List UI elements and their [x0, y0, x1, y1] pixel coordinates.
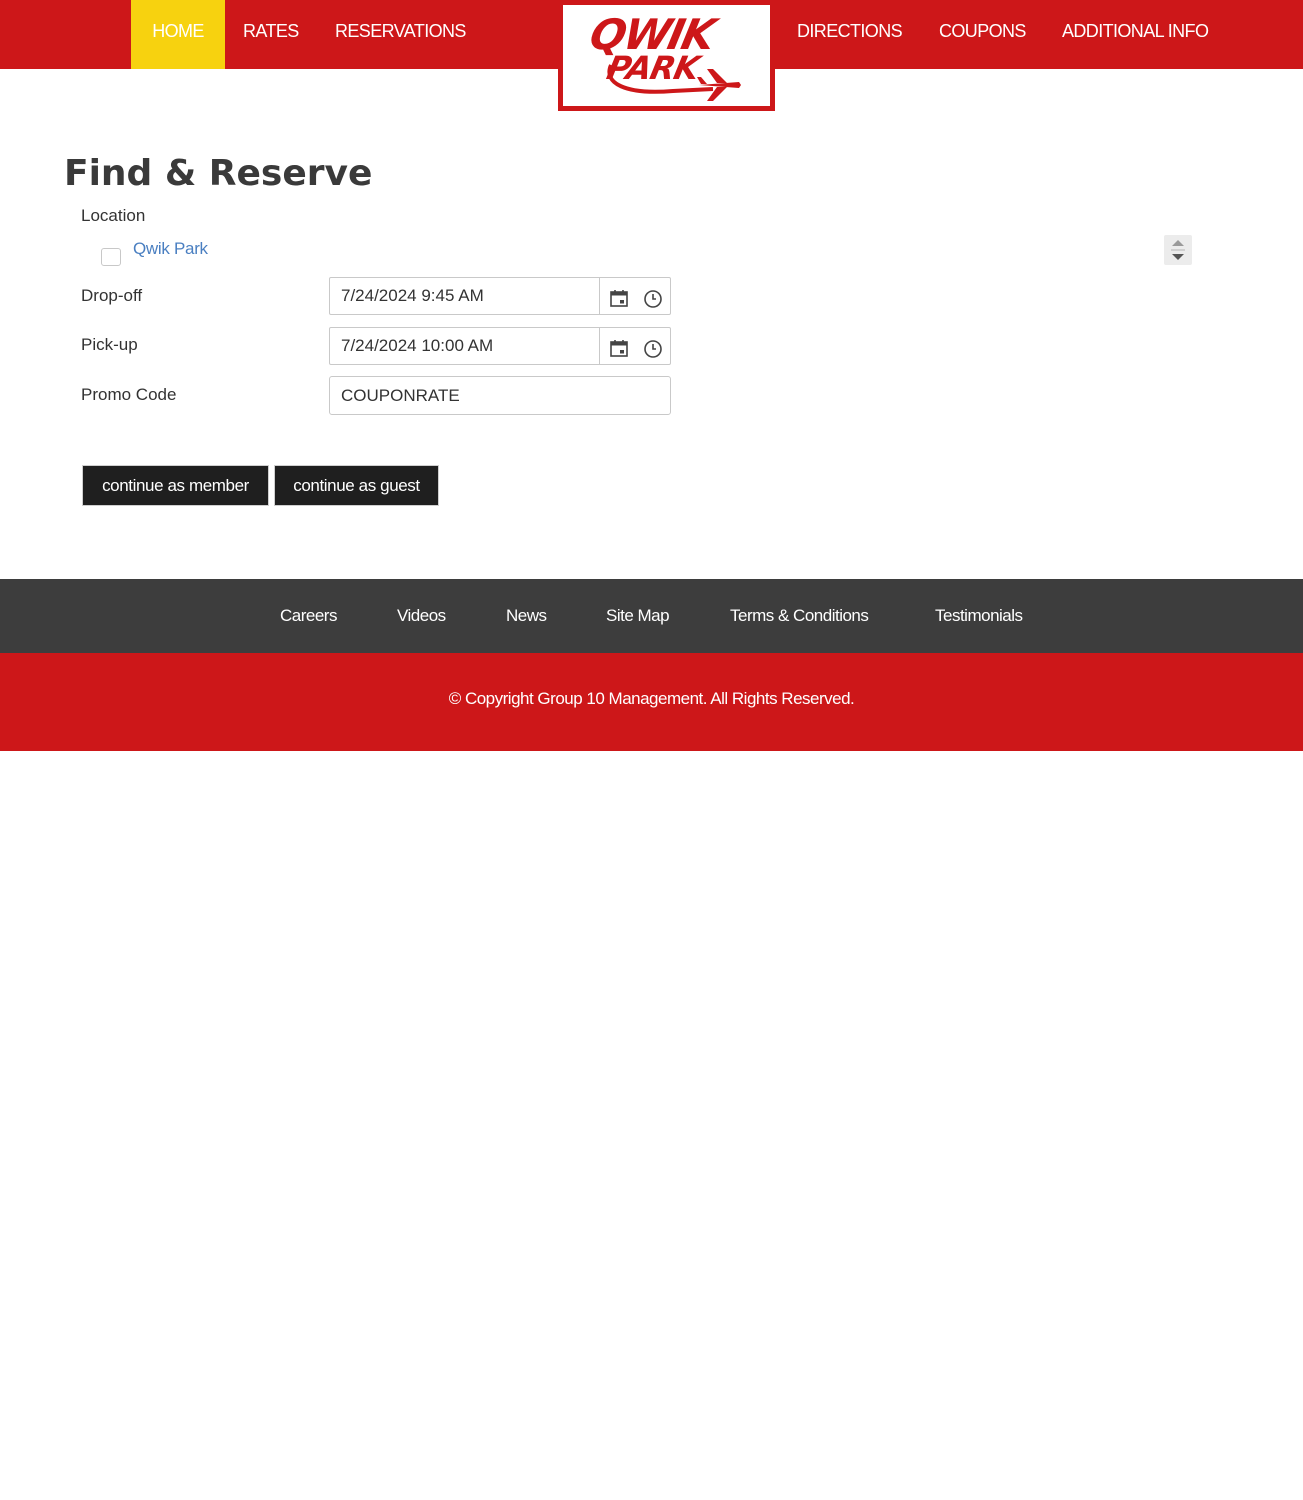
- promo-code-input[interactable]: [329, 376, 671, 415]
- pickup-datetime-picker: [329, 327, 671, 365]
- continue-as-member-button[interactable]: continue as member: [82, 465, 269, 506]
- copyright-text: © Copyright Group 10 Management. All Rig…: [448, 689, 855, 708]
- nav-directions[interactable]: DIRECTIONS: [797, 0, 903, 69]
- footer-link-videos[interactable]: Videos: [397, 579, 446, 652]
- footer-links-bar: Careers Videos News Site Map Terms & Con…: [0, 579, 1303, 653]
- calendar-icon[interactable]: [608, 337, 630, 359]
- airplane-icon: [697, 69, 741, 101]
- footer-link-careers[interactable]: Careers: [280, 579, 337, 652]
- dropoff-input[interactable]: [330, 278, 600, 314]
- location-option-qwik-park[interactable]: Qwik Park: [133, 239, 208, 259]
- footer-link-site-map[interactable]: Site Map: [606, 579, 670, 652]
- clock-icon[interactable]: [642, 337, 664, 359]
- dropoff-label: Drop-off: [81, 286, 143, 305]
- location-checkbox[interactable]: [101, 248, 121, 266]
- calendar-icon[interactable]: [608, 287, 630, 309]
- page-title: Find & Reserve: [64, 153, 373, 194]
- logo-text-park: PARK: [604, 49, 707, 87]
- pickup-input[interactable]: [330, 328, 600, 364]
- nav-rates[interactable]: RATES: [243, 0, 299, 69]
- footer-link-testimonials[interactable]: Testimonials: [935, 579, 1023, 652]
- nav-reservations[interactable]: RESERVATIONS: [335, 0, 466, 69]
- nav-home[interactable]: HOME: [131, 0, 225, 69]
- footer-copyright-bar: © Copyright Group 10 Management. All Rig…: [0, 653, 1303, 751]
- nav-additional-info[interactable]: ADDITIONAL INFO: [1062, 0, 1209, 69]
- qwik-park-logo[interactable]: QWIK PARK: [558, 0, 775, 111]
- logo-frame: QWIK PARK: [562, 4, 771, 107]
- location-label: Location: [81, 206, 146, 225]
- pickup-label: Pick-up: [81, 335, 138, 354]
- clock-icon[interactable]: [642, 287, 664, 309]
- sort-arrows-icon[interactable]: [1164, 235, 1192, 265]
- promo-code-label: Promo Code: [81, 385, 177, 404]
- footer-link-news[interactable]: News: [506, 579, 547, 652]
- footer-link-terms[interactable]: Terms & Conditions: [730, 579, 869, 652]
- dropoff-datetime-picker: [329, 277, 671, 315]
- continue-as-guest-button[interactable]: continue as guest: [274, 465, 439, 506]
- nav-coupons[interactable]: COUPONS: [939, 0, 1026, 69]
